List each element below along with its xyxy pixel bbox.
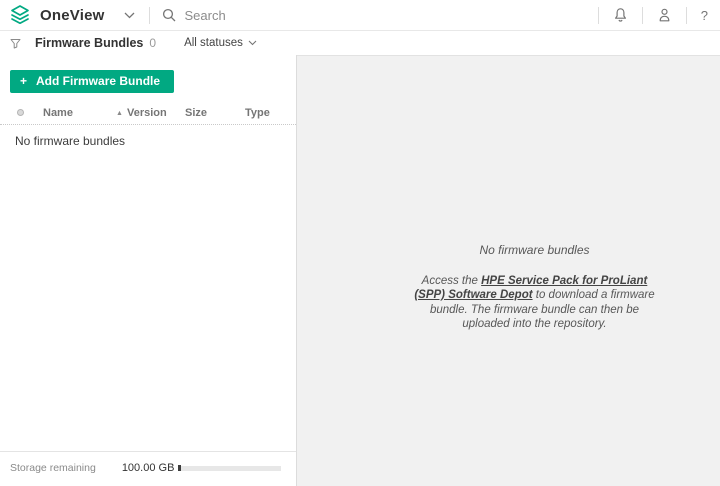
- status-column-icon[interactable]: [17, 109, 24, 116]
- plus-icon: +: [20, 74, 28, 88]
- content-area: + Add Firmware Bundle Name ▲ Version Siz…: [0, 55, 720, 486]
- firmware-bundles-list-panel: + Add Firmware Bundle Name ▲ Version Siz…: [0, 55, 297, 486]
- add-firmware-bundle-button[interactable]: + Add Firmware Bundle: [10, 70, 175, 93]
- column-header-version[interactable]: Version: [127, 107, 167, 119]
- message-before-link: Access the: [421, 274, 482, 287]
- filter-funnel-icon[interactable]: [10, 38, 21, 49]
- chevron-down-icon: [248, 40, 257, 46]
- empty-state-title: No firmware bundles: [479, 242, 590, 257]
- storage-remaining-value: 100.00 GB: [121, 462, 175, 474]
- storage-meter-track: [181, 465, 282, 471]
- bundle-count: 0: [149, 36, 157, 50]
- search-input[interactable]: [184, 7, 385, 23]
- divider: [685, 6, 687, 24]
- storage-remaining-label: Storage remaining: [10, 462, 96, 474]
- help-icon[interactable]: ?: [701, 8, 708, 23]
- status-filter-label: All statuses: [184, 37, 243, 49]
- details-panel: No firmware bundles Access the HPE Servi…: [297, 55, 720, 486]
- column-header-size[interactable]: Size: [185, 107, 207, 119]
- oneview-app: OneView Search ? Firmware Bundles 0 All …: [0, 0, 720, 486]
- header-actions: ?: [584, 6, 708, 24]
- search-icon: [162, 8, 176, 22]
- sort-ascending-icon: ▲: [116, 110, 123, 117]
- divider: [149, 6, 151, 24]
- list-empty-message: No firmware bundles: [15, 134, 126, 148]
- app-menu-chevron-down-icon[interactable]: [124, 12, 135, 19]
- global-search: [162, 7, 385, 23]
- app-title: OneView: [40, 6, 105, 24]
- column-header-name[interactable]: Name: [43, 107, 73, 119]
- notifications-bell-icon[interactable]: [613, 7, 628, 23]
- empty-state-message: Access the HPE Service Pack for ProLiant…: [409, 274, 661, 332]
- page-title: Firmware Bundles: [35, 36, 144, 50]
- divider: [597, 6, 599, 24]
- table-header: Name ▲ Version Size Type: [0, 105, 296, 125]
- oneview-logo-icon: [8, 3, 32, 27]
- storage-status-bar: Storage remaining 100.00 GB: [0, 451, 296, 486]
- user-account-icon[interactable]: [657, 7, 672, 23]
- storage-meter: [178, 465, 282, 471]
- column-header-type[interactable]: Type: [245, 107, 270, 119]
- divider: [641, 6, 643, 24]
- page-toolbar: Firmware Bundles 0 All statuses: [0, 31, 720, 55]
- status-filter-dropdown[interactable]: All statuses: [184, 37, 257, 49]
- top-header: OneView Search ?: [0, 0, 720, 31]
- empty-state: No firmware bundles Access the HPE Servi…: [409, 243, 661, 332]
- add-firmware-bundle-label: Add Firmware Bundle: [36, 74, 161, 88]
